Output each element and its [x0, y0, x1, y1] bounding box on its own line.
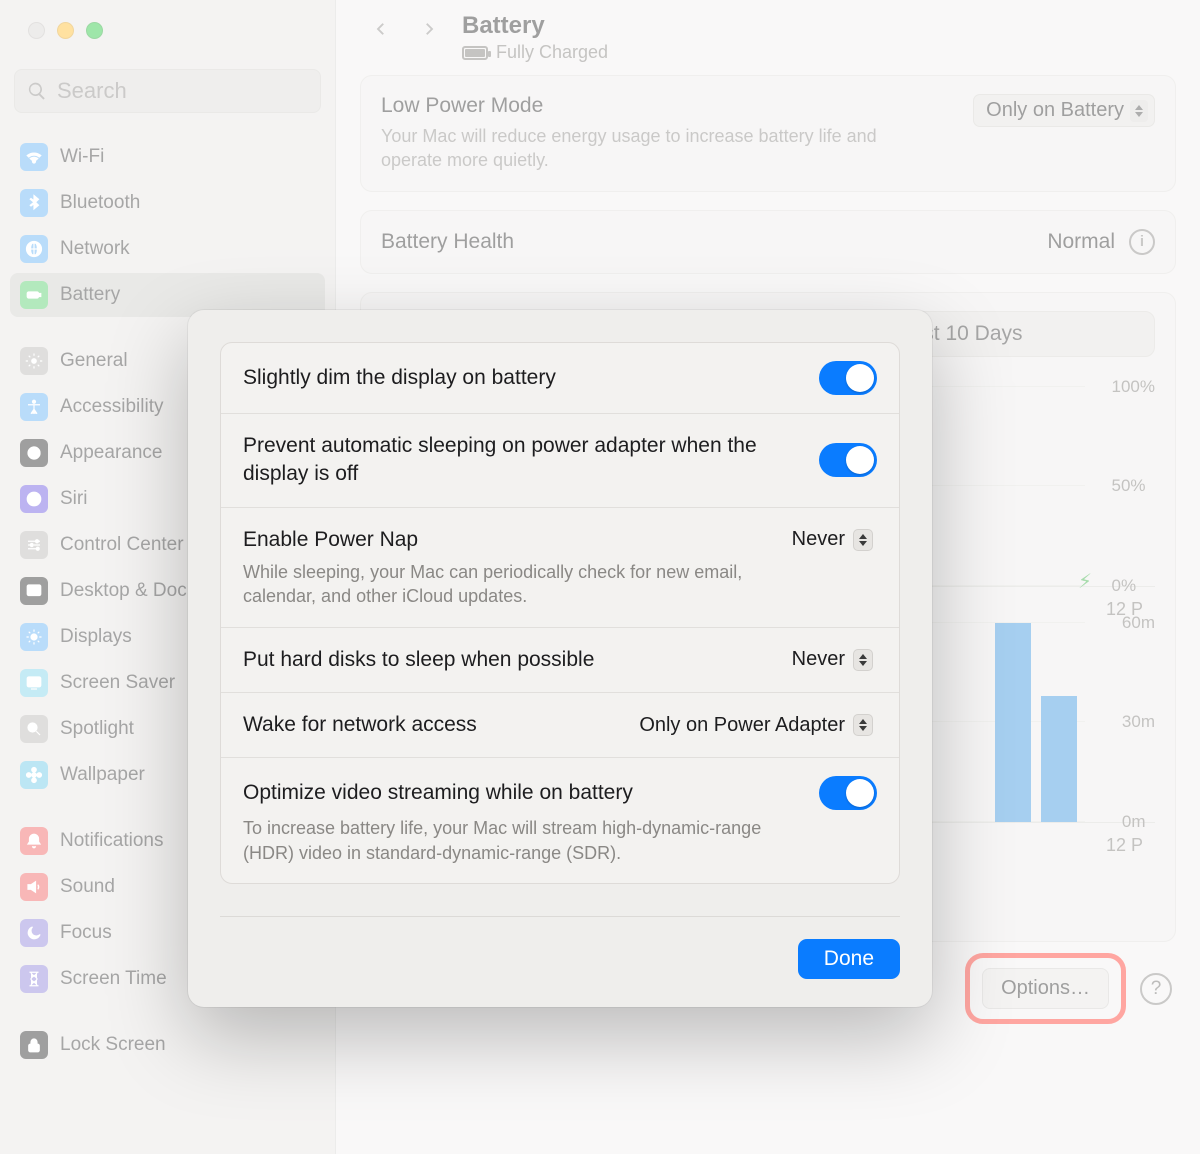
- chevron-updown-icon: [853, 529, 873, 551]
- option-label: Slightly dim the display on battery: [243, 364, 556, 392]
- option-row-1: Prevent automatic sleeping on power adap…: [221, 413, 899, 507]
- option-label: Put hard disks to sleep when possible: [243, 646, 594, 674]
- option-row-5: Optimize video streaming while on batter…: [221, 757, 899, 883]
- option-label: Wake for network access: [243, 711, 477, 739]
- popup-value: Never: [792, 528, 845, 551]
- option-desc: While sleeping, your Mac can periodicall…: [243, 560, 803, 609]
- option-label: Optimize video streaming while on batter…: [243, 779, 633, 807]
- option-row-0: Slightly dim the display on battery: [221, 343, 899, 413]
- option-label: Prevent automatic sleeping on power adap…: [243, 432, 783, 489]
- popup-value: Only on Power Adapter: [639, 714, 845, 737]
- chevron-updown-icon: [853, 714, 873, 736]
- popup-3[interactable]: Never: [782, 646, 877, 673]
- option-label: Enable Power Nap: [243, 526, 418, 554]
- chevron-updown-icon: [853, 649, 873, 671]
- option-row-3: Put hard disks to sleep when possible Nev…: [221, 627, 899, 692]
- popup-2[interactable]: Never: [782, 526, 877, 553]
- toggle-5[interactable]: [819, 776, 877, 810]
- option-row-4: Wake for network access Only on Power Ada…: [221, 692, 899, 757]
- toggle-0[interactable]: [819, 361, 877, 395]
- option-row-2: Enable Power Nap Never While sleeping, you…: [221, 507, 899, 627]
- option-desc: To increase battery life, your Mac will …: [243, 816, 803, 865]
- done-button[interactable]: Done: [798, 939, 900, 979]
- popup-4[interactable]: Only on Power Adapter: [629, 712, 877, 739]
- toggle-1[interactable]: [819, 443, 877, 477]
- options-modal: Slightly dim the display on battery Preve…: [188, 310, 932, 1007]
- popup-value: Never: [792, 648, 845, 671]
